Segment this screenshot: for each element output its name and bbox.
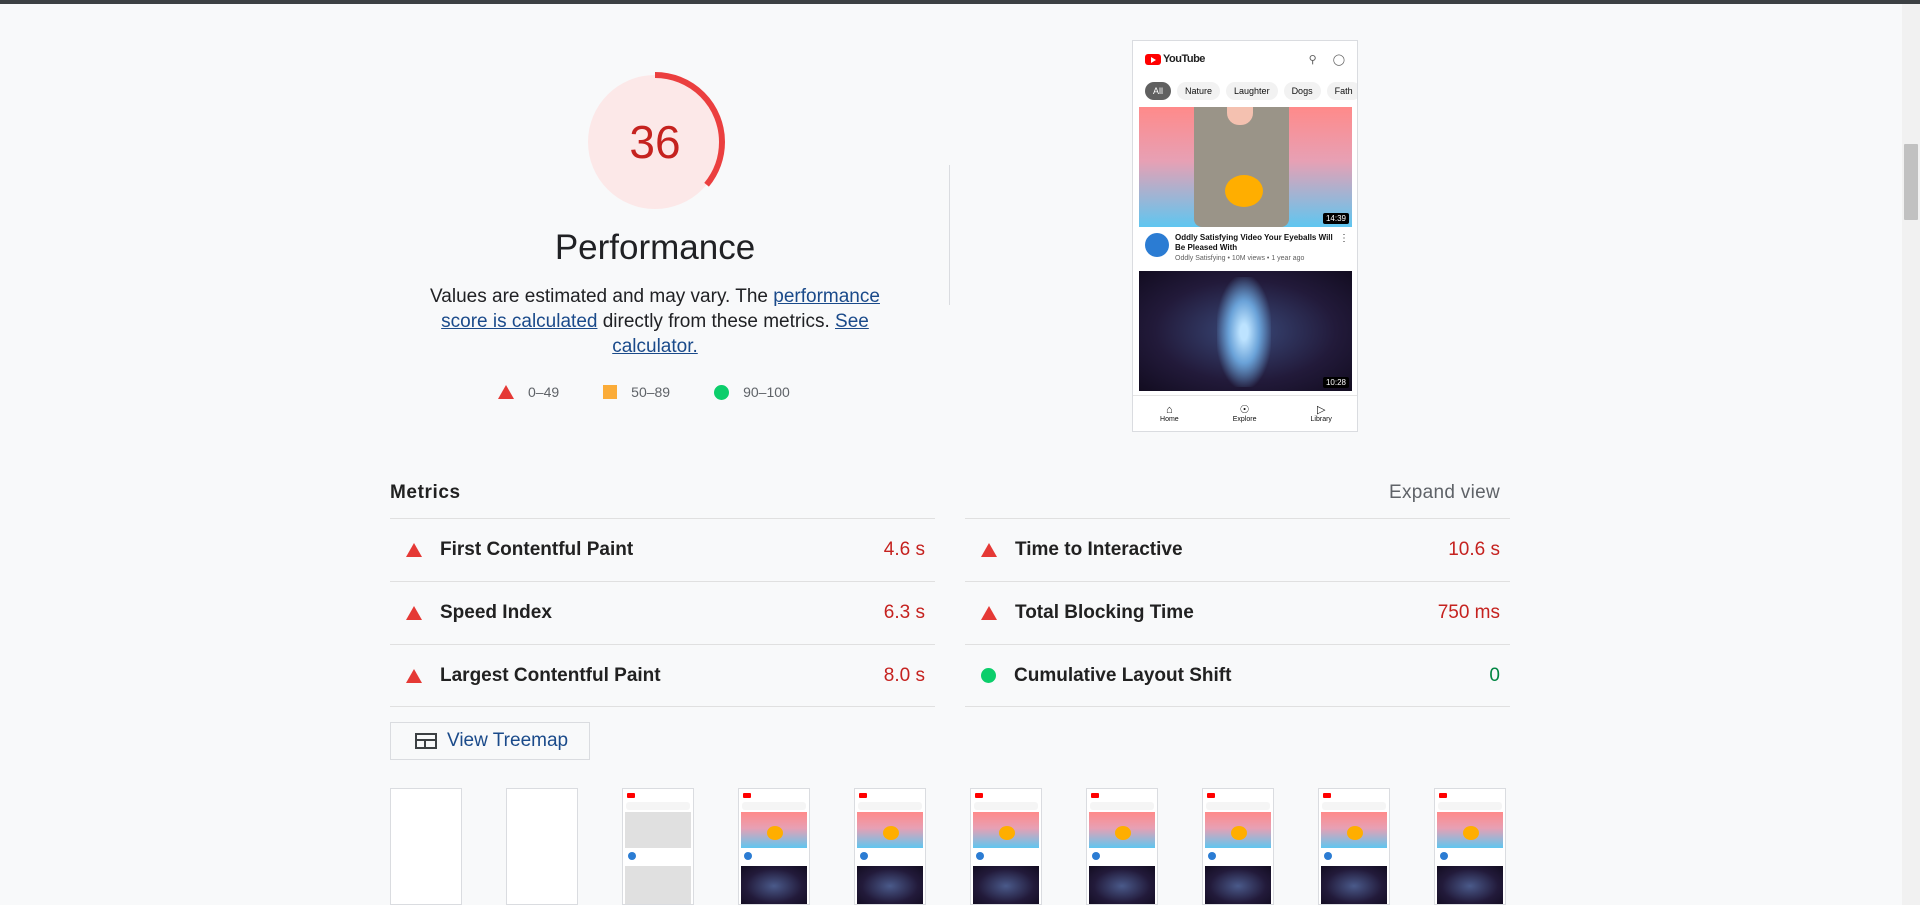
compass-icon: ☉ xyxy=(1239,404,1250,416)
scrollbar-thumb[interactable] xyxy=(1904,144,1918,220)
nav-explore: ☉ Explore xyxy=(1233,404,1257,423)
legend-average: 50–89 xyxy=(603,384,670,400)
video-duration: 10:28 xyxy=(1322,377,1349,388)
filmstrip-frame-loading[interactable] xyxy=(622,788,694,905)
chip: Dogs xyxy=(1283,82,1321,100)
view-treemap-label: View Treemap xyxy=(447,730,569,751)
video-thumbnail: 14:39 xyxy=(1139,107,1352,227)
expand-view-toggle[interactable]: Expand view xyxy=(1389,482,1500,504)
metric-largest-contentful-paint: Largest Contentful Paint 8.0 s xyxy=(390,644,935,707)
metric-time-to-interactive: Time to Interactive 10.6 s xyxy=(965,518,1510,581)
legend-average-label: 50–89 xyxy=(631,384,671,400)
fail-triangle-icon xyxy=(406,606,422,620)
desc-middle: directly from these metrics. xyxy=(597,311,836,332)
treemap-icon xyxy=(415,733,437,749)
metric-speed-index: Speed Index 6.3 s xyxy=(390,581,935,644)
metric-name: First Contentful Paint xyxy=(440,539,634,560)
metric-name: Cumulative Layout Shift xyxy=(1014,664,1232,686)
home-icon: ⌂ xyxy=(1166,404,1173,416)
desc-prefix: Values are estimated and may vary. The xyxy=(430,286,774,307)
thumbnail-yolk xyxy=(1225,175,1263,207)
video-duration: 14:39 xyxy=(1322,213,1349,224)
chip: Nature xyxy=(1177,82,1221,100)
more-vert-icon: ⋮ xyxy=(1339,233,1349,244)
metric-value: 8.0 s xyxy=(883,664,925,686)
filmstrip-frame-blank[interactable] xyxy=(390,788,462,905)
legend-fail-label: 0–49 xyxy=(528,384,560,400)
performance-description: Values are estimated and may vary. The p… xyxy=(415,284,895,359)
metric-value: 6.3 s xyxy=(883,602,925,623)
nav-home: ⌂ Home xyxy=(1160,404,1179,423)
video-info: Oddly Satisfying Video Your Eyeballs Wil… xyxy=(1133,227,1357,271)
filmstrip-frame-blank[interactable] xyxy=(506,788,578,905)
thumbnail-cloth xyxy=(1194,107,1289,227)
channel-avatar xyxy=(1145,233,1169,257)
metric-value: 10.6 s xyxy=(1448,539,1500,560)
fail-triangle-icon xyxy=(406,668,422,683)
filmstrip xyxy=(390,788,1510,905)
video-title: Oddly Satisfying Video Your Eyeballs Wil… xyxy=(1175,233,1333,252)
filmstrip-frame[interactable] xyxy=(1318,788,1390,905)
youtube-play-icon xyxy=(1145,53,1161,65)
yt-header: YouTube ⚲ ◯ xyxy=(1133,41,1357,77)
performance-gauge: 36 xyxy=(585,72,725,212)
chip: All xyxy=(1145,82,1172,100)
thumbnail-xray xyxy=(1217,277,1271,387)
performance-score: 36 xyxy=(629,116,681,168)
filmstrip-frame[interactable] xyxy=(1086,788,1158,905)
triangle-icon xyxy=(498,385,514,399)
legend-pass: 90–100 xyxy=(714,384,790,400)
square-icon xyxy=(603,385,618,399)
page-scrollbar[interactable] xyxy=(1902,4,1920,905)
metric-name: Largest Contentful Paint xyxy=(440,664,661,686)
filmstrip-frame[interactable] xyxy=(1434,788,1506,905)
fail-triangle-icon xyxy=(981,606,997,620)
browser-top-edge xyxy=(0,0,1920,4)
metric-value: 4.6 s xyxy=(883,539,925,560)
final-screenshot[interactable]: YouTube ⚲ ◯ All Nature Laughter Dogs Fat… xyxy=(1132,40,1358,432)
metrics-title: Metrics xyxy=(390,482,461,503)
performance-title: Performance xyxy=(554,228,756,267)
view-treemap-button[interactable]: View Treemap xyxy=(390,722,590,760)
legend-fail: 0–49 xyxy=(498,384,559,400)
filmstrip-frame[interactable] xyxy=(970,788,1042,905)
metric-name: Total Blocking Time xyxy=(1015,602,1194,623)
metric-name: Speed Index xyxy=(440,602,552,623)
score-legend: 0–49 50–89 90–100 xyxy=(498,384,834,400)
metric-cumulative-layout-shift: Cumulative Layout Shift 0 xyxy=(965,644,1510,707)
chip: Fath xyxy=(1326,82,1357,100)
video-meta: Oddly Satisfying • 10M views • 1 year ag… xyxy=(1175,255,1305,262)
filmstrip-frame[interactable] xyxy=(854,788,926,905)
library-icon: ▷ xyxy=(1317,404,1326,416)
legend-pass-label: 90–100 xyxy=(743,384,790,400)
metric-name: Time to Interactive xyxy=(1015,539,1183,560)
nav-explore-label: Explore xyxy=(1232,416,1257,423)
chip: Laughter xyxy=(1226,82,1278,100)
youtube-logo: YouTube xyxy=(1145,53,1205,65)
fail-triangle-icon xyxy=(981,543,997,557)
metrics-grid: First Contentful Paint 4.6 s Time to Int… xyxy=(390,518,1510,707)
metric-total-blocking-time: Total Blocking Time 750 ms xyxy=(965,581,1510,644)
youtube-logo-text: YouTube xyxy=(1163,53,1205,65)
video-thumbnail: 10:28 xyxy=(1139,271,1352,391)
yt-bottom-nav: ⌂ Home ☉ Explore ▷ Library xyxy=(1133,395,1357,431)
metric-value: 750 ms xyxy=(1437,602,1500,623)
nav-home-label: Home xyxy=(1160,416,1179,423)
nav-library-label: Library xyxy=(1310,416,1332,423)
nav-library: ▷ Library xyxy=(1311,404,1332,423)
filmstrip-frame[interactable] xyxy=(738,788,810,905)
metric-value: 0 xyxy=(1489,664,1500,686)
vertical-divider xyxy=(949,165,950,305)
filmstrip-frame[interactable] xyxy=(1202,788,1274,905)
metrics-header: Metrics Expand view xyxy=(390,482,1500,504)
pass-circle-icon xyxy=(981,668,996,683)
search-icon: ⚲ xyxy=(1308,53,1317,66)
yt-chips: All Nature Laughter Dogs Fath xyxy=(1133,77,1357,105)
metric-first-contentful-paint: First Contentful Paint 4.6 s xyxy=(390,518,935,581)
account-icon: ◯ xyxy=(1332,53,1345,66)
circle-icon xyxy=(714,384,730,400)
fail-triangle-icon xyxy=(406,543,422,557)
